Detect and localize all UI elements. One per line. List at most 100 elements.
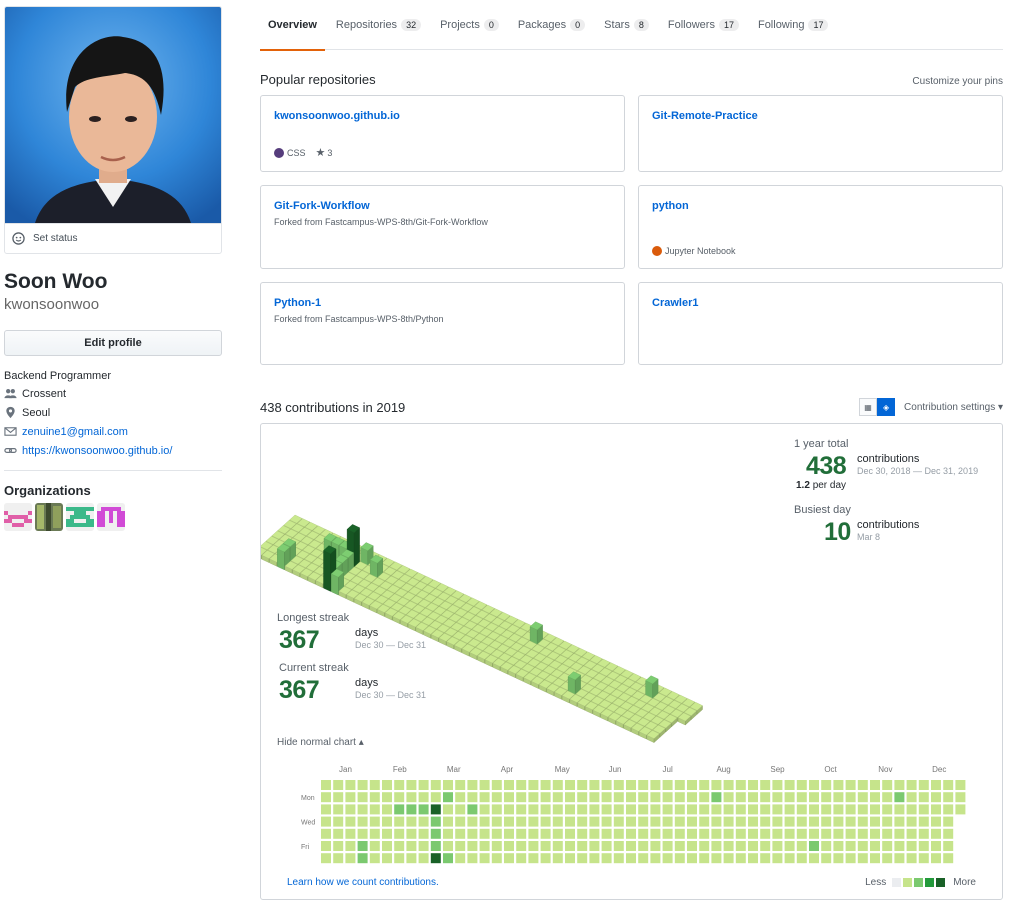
grid-view-toggle[interactable]: ▦ [859, 398, 878, 416]
contribution-day[interactable] [418, 828, 429, 839]
contribution-day[interactable] [504, 828, 514, 839]
contribution-day[interactable] [650, 804, 661, 815]
contribution-day[interactable] [369, 792, 380, 803]
contribution-day[interactable] [894, 816, 905, 827]
contribution-day[interactable] [552, 853, 563, 864]
contribution-day[interactable] [321, 816, 331, 827]
contribution-day[interactable] [943, 841, 954, 851]
contribution-day[interactable] [796, 841, 807, 851]
contribution-day[interactable] [516, 792, 527, 803]
contribution-day[interactable] [760, 828, 771, 839]
tab-following[interactable]: Following 17 [750, 0, 836, 50]
contribution-day[interactable] [528, 780, 539, 790]
contribution-day[interactable] [577, 853, 588, 864]
contribution-day[interactable] [321, 804, 331, 815]
contribution-day[interactable] [918, 780, 929, 790]
contribution-day[interactable] [589, 804, 600, 815]
contribution-day[interactable] [601, 780, 612, 790]
contribution-day[interactable] [796, 853, 807, 864]
contribution-day[interactable] [918, 841, 929, 851]
contribution-day[interactable] [662, 816, 673, 827]
contribution-day[interactable] [906, 828, 917, 839]
contribution-day[interactable] [931, 816, 941, 827]
contribution-day[interactable] [382, 828, 392, 839]
contribution-day[interactable] [357, 816, 368, 827]
learn-contributions-link[interactable]: Learn how we count contributions. [287, 877, 439, 888]
contribution-day[interactable] [931, 780, 941, 790]
contribution-day[interactable] [857, 792, 868, 803]
repo-link[interactable]: Python-1 [274, 297, 611, 309]
tab-overview[interactable]: Overview [260, 0, 325, 51]
contribution-day[interactable] [882, 804, 893, 815]
contribution-day[interactable] [918, 804, 929, 815]
contribution-day[interactable] [711, 828, 722, 839]
contribution-day[interactable] [455, 828, 466, 839]
contribution-day[interactable] [626, 853, 636, 864]
contribution-day[interactable] [394, 816, 405, 827]
contribution-day[interactable] [857, 780, 868, 790]
contribution-day[interactable] [638, 828, 649, 839]
contribution-day[interactable] [577, 828, 588, 839]
contribution-day[interactable] [321, 780, 331, 790]
contribution-day[interactable] [748, 828, 758, 839]
contribution-day[interactable] [662, 792, 673, 803]
contribution-day[interactable] [943, 792, 954, 803]
contribution-day[interactable] [321, 841, 331, 851]
contribution-day[interactable] [516, 816, 527, 827]
contribution-day[interactable] [333, 816, 344, 827]
contribution-day[interactable] [345, 792, 356, 803]
contribution-day[interactable] [711, 816, 722, 827]
contribution-day[interactable] [638, 841, 649, 851]
contribution-day[interactable] [357, 792, 368, 803]
contribution-day[interactable] [711, 792, 722, 803]
contribution-day[interactable] [418, 792, 429, 803]
contribution-day[interactable] [882, 828, 893, 839]
contribution-day[interactable] [601, 816, 612, 827]
contribution-day[interactable] [760, 816, 771, 827]
repo-link[interactable]: kwonsoonwoo.github.io [274, 110, 611, 122]
contribution-day[interactable] [540, 804, 551, 815]
contribution-day[interactable] [748, 816, 758, 827]
contribution-day[interactable] [748, 841, 758, 851]
contribution-day[interactable] [748, 792, 758, 803]
contribution-day[interactable] [821, 792, 832, 803]
contribution-day[interactable] [601, 853, 612, 864]
contribution-day[interactable] [491, 816, 502, 827]
contribution-day[interactable] [943, 804, 954, 815]
contribution-day[interactable] [479, 816, 490, 827]
contribution-day[interactable] [491, 792, 502, 803]
contribution-day[interactable] [931, 841, 941, 851]
contribution-day[interactable] [955, 804, 966, 815]
contribution-day[interactable] [784, 841, 795, 851]
contribution-day[interactable] [333, 792, 344, 803]
contribution-day[interactable] [821, 853, 832, 864]
contribution-day[interactable] [857, 841, 868, 851]
contribution-day[interactable] [418, 816, 429, 827]
contribution-day[interactable] [394, 853, 405, 864]
contribution-day[interactable] [748, 780, 758, 790]
contribution-day[interactable] [613, 804, 624, 815]
contribution-day[interactable] [577, 792, 588, 803]
contribution-day[interactable] [528, 841, 539, 851]
contribution-day[interactable] [943, 816, 954, 827]
contribution-day[interactable] [589, 841, 600, 851]
contribution-day[interactable] [430, 804, 441, 815]
contribution-day[interactable] [577, 780, 588, 790]
contribution-day[interactable] [687, 780, 697, 790]
contribution-day[interactable] [430, 816, 441, 827]
contribution-day[interactable] [772, 792, 783, 803]
contribution-day[interactable] [735, 804, 746, 815]
contribution-day[interactable] [723, 816, 734, 827]
contribution-day[interactable] [467, 816, 478, 827]
contribution-day[interactable] [650, 780, 661, 790]
repo-link[interactable]: Git-Fork-Workflow [274, 200, 611, 212]
contribution-day[interactable] [321, 828, 331, 839]
contribution-day[interactable] [345, 816, 356, 827]
contribution-day[interactable] [516, 853, 527, 864]
contribution-day[interactable] [479, 804, 490, 815]
repo-link[interactable]: python [652, 200, 989, 212]
contribution-day[interactable] [809, 780, 819, 790]
contribution-day[interactable] [796, 780, 807, 790]
contribution-day[interactable] [430, 828, 441, 839]
contribution-day[interactable] [735, 780, 746, 790]
